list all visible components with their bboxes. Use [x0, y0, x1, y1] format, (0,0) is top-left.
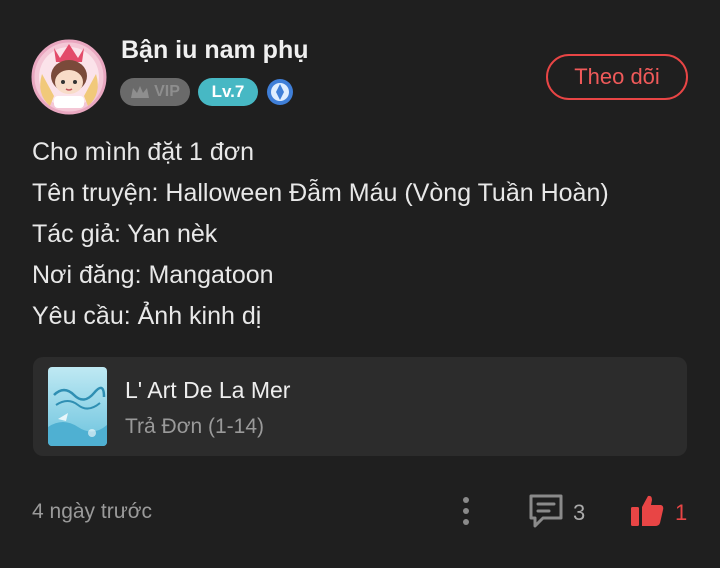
post-content: Cho mình đặt 1 đơn Tên truyện: Halloween… — [32, 134, 609, 339]
book-cover-thumbnail — [48, 367, 107, 446]
level-badge: Lv.7 — [198, 78, 258, 106]
author-name[interactable]: Bận iu nam phụ — [121, 36, 309, 65]
post-line: Tác giả: Yan nèk — [32, 220, 218, 248]
comment-count: 3 — [573, 500, 586, 525]
blue-medal-icon — [266, 78, 294, 106]
author-badges: VIP Lv.7 — [120, 78, 294, 106]
thumbs-up-icon[interactable] — [628, 492, 666, 530]
post-line: Yêu cầu: Ảnh kinh dị — [32, 302, 262, 330]
more-options-icon[interactable] — [456, 494, 476, 528]
card-title: L' Art De La Mer — [125, 377, 291, 403]
card-subtitle: Trả Đơn (1-14) — [125, 415, 265, 438]
post-line: Tên truyện: Halloween Đẫm Máu (Vòng Tuần… — [32, 179, 609, 207]
linked-story-card[interactable]: L' Art De La Mer Trả Đơn (1-14) — [33, 357, 687, 456]
follow-button[interactable]: Theo dõi — [546, 54, 688, 100]
post-line: Cho mình đặt 1 đơn — [32, 138, 255, 166]
level-label: Lv.7 — [211, 82, 245, 101]
avatar[interactable] — [28, 34, 110, 116]
post-time: 4 ngày trước — [32, 500, 153, 523]
vip-badge: VIP — [120, 78, 190, 106]
post-line: Nơi đăng: Mangatoon — [32, 261, 274, 289]
comment-icon[interactable] — [527, 492, 565, 530]
like-count: 1 — [675, 500, 688, 525]
crown-icon — [131, 86, 150, 98]
vip-label: VIP — [154, 83, 180, 100]
